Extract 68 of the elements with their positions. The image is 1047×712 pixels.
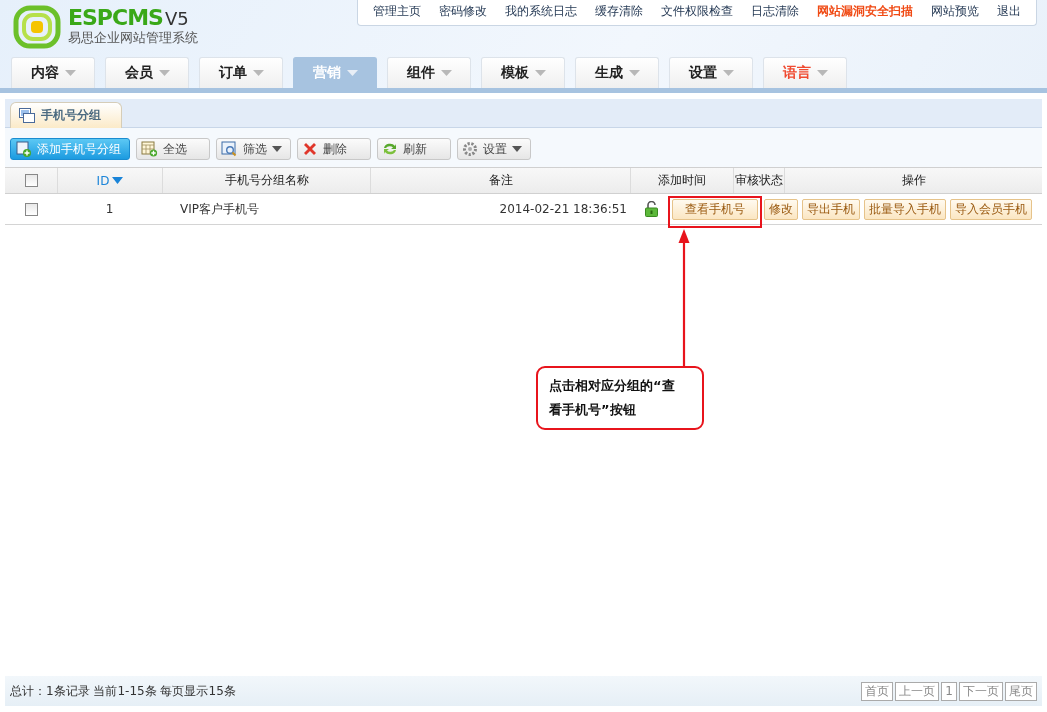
unlocked-padlock-icon[interactable] <box>645 201 658 217</box>
filter-button[interactable]: 筛选 <box>216 138 291 160</box>
checkbox[interactable] <box>24 174 38 187</box>
pager-button[interactable]: 首页 <box>861 681 894 701</box>
nav-tab[interactable]: 设置 <box>669 57 753 88</box>
record-summary: 总计：1条记录 当前1-15条 每页显示15条 <box>10 682 236 700</box>
caret-icon <box>272 146 282 152</box>
caret-icon <box>252 70 264 76</box>
top-link[interactable]: 网站漏洞安全扫描 <box>808 3 922 20</box>
caret-icon <box>512 146 522 152</box>
caret-icon <box>346 70 358 76</box>
nav-tab[interactable]: 模板 <box>481 57 565 88</box>
column-header: 手机号分组名称 <box>162 168 370 193</box>
caret-icon <box>64 70 76 76</box>
column-header: 添加时间 <box>630 168 733 193</box>
action-button[interactable]: 导出手机 <box>802 198 860 220</box>
top-link[interactable]: 文件权限检查 <box>652 3 742 20</box>
settings-icon <box>462 141 478 157</box>
table-cell-text: 1 <box>104 201 115 218</box>
table-cell-text: VIP客户手机号 <box>179 200 260 218</box>
brand-name: ESPCMS <box>68 6 163 30</box>
add-document-icon <box>15 141 32 157</box>
nav-tab[interactable]: 订单 <box>199 57 283 88</box>
column-header: 备注 <box>370 168 630 193</box>
sort-descending-icon <box>112 177 124 184</box>
refresh-icon <box>382 141 398 157</box>
select-all-button[interactable]: 全选 <box>136 138 210 160</box>
nav-tab[interactable]: 内容 <box>11 57 95 88</box>
caret-icon <box>440 70 452 76</box>
pager-button[interactable]: 尾页 <box>1005 681 1037 701</box>
top-link[interactable]: 退出 <box>988 3 1030 20</box>
action-button[interactable]: 修改 <box>764 198 798 220</box>
pager-button[interactable]: 下一页 <box>959 681 1003 701</box>
pager-button[interactable]: 1 <box>941 681 957 701</box>
caret-icon <box>628 70 640 76</box>
caret-icon <box>158 70 170 76</box>
column-header[interactable]: ID <box>57 168 162 193</box>
settings-button[interactable]: 设置 <box>457 138 531 160</box>
top-link[interactable]: 我的系统日志 <box>496 3 586 20</box>
refresh-button[interactable]: 刷新 <box>377 138 451 160</box>
search-icon <box>221 141 238 157</box>
nav-tab[interactable]: 生成 <box>575 57 659 88</box>
nav-tab[interactable]: 会员 <box>105 57 189 88</box>
callout-note: 点击相对应分组的“查看手机号”按钮 <box>536 366 704 430</box>
top-link[interactable]: 网站预览 <box>922 3 988 20</box>
panel-tab[interactable]: 手机号分组 <box>10 102 122 128</box>
caret-icon <box>534 70 546 76</box>
delete-icon <box>302 141 318 157</box>
nav-tab[interactable]: 组件 <box>387 57 471 88</box>
checkbox[interactable] <box>24 202 38 216</box>
action-button[interactable]: 查看手机号 <box>672 198 758 220</box>
window-icon <box>19 108 35 123</box>
top-link[interactable]: 缓存清除 <box>586 3 652 20</box>
caret-icon <box>722 70 734 76</box>
top-link[interactable]: 管理主页 <box>364 3 430 20</box>
action-button[interactable]: 批量导入手机 <box>864 198 946 220</box>
logo-subtitle: 易思企业网站管理系统 <box>68 30 198 46</box>
table-add-icon <box>141 141 158 157</box>
action-button[interactable]: 导入会员手机 <box>950 198 1032 220</box>
delete-button[interactable]: 删除 <box>297 138 371 160</box>
pager-button[interactable]: 上一页 <box>895 681 940 701</box>
caret-icon <box>816 70 828 76</box>
top-link[interactable]: 密码修改 <box>430 3 496 20</box>
version-label: V5 <box>164 8 189 30</box>
column-header: 操作 <box>784 168 1042 193</box>
top-link[interactable]: 日志清除 <box>742 3 808 20</box>
table-cell-text: 2014-02-21 18:36:51 <box>498 201 628 218</box>
column-header: 审核状态 <box>733 168 784 193</box>
